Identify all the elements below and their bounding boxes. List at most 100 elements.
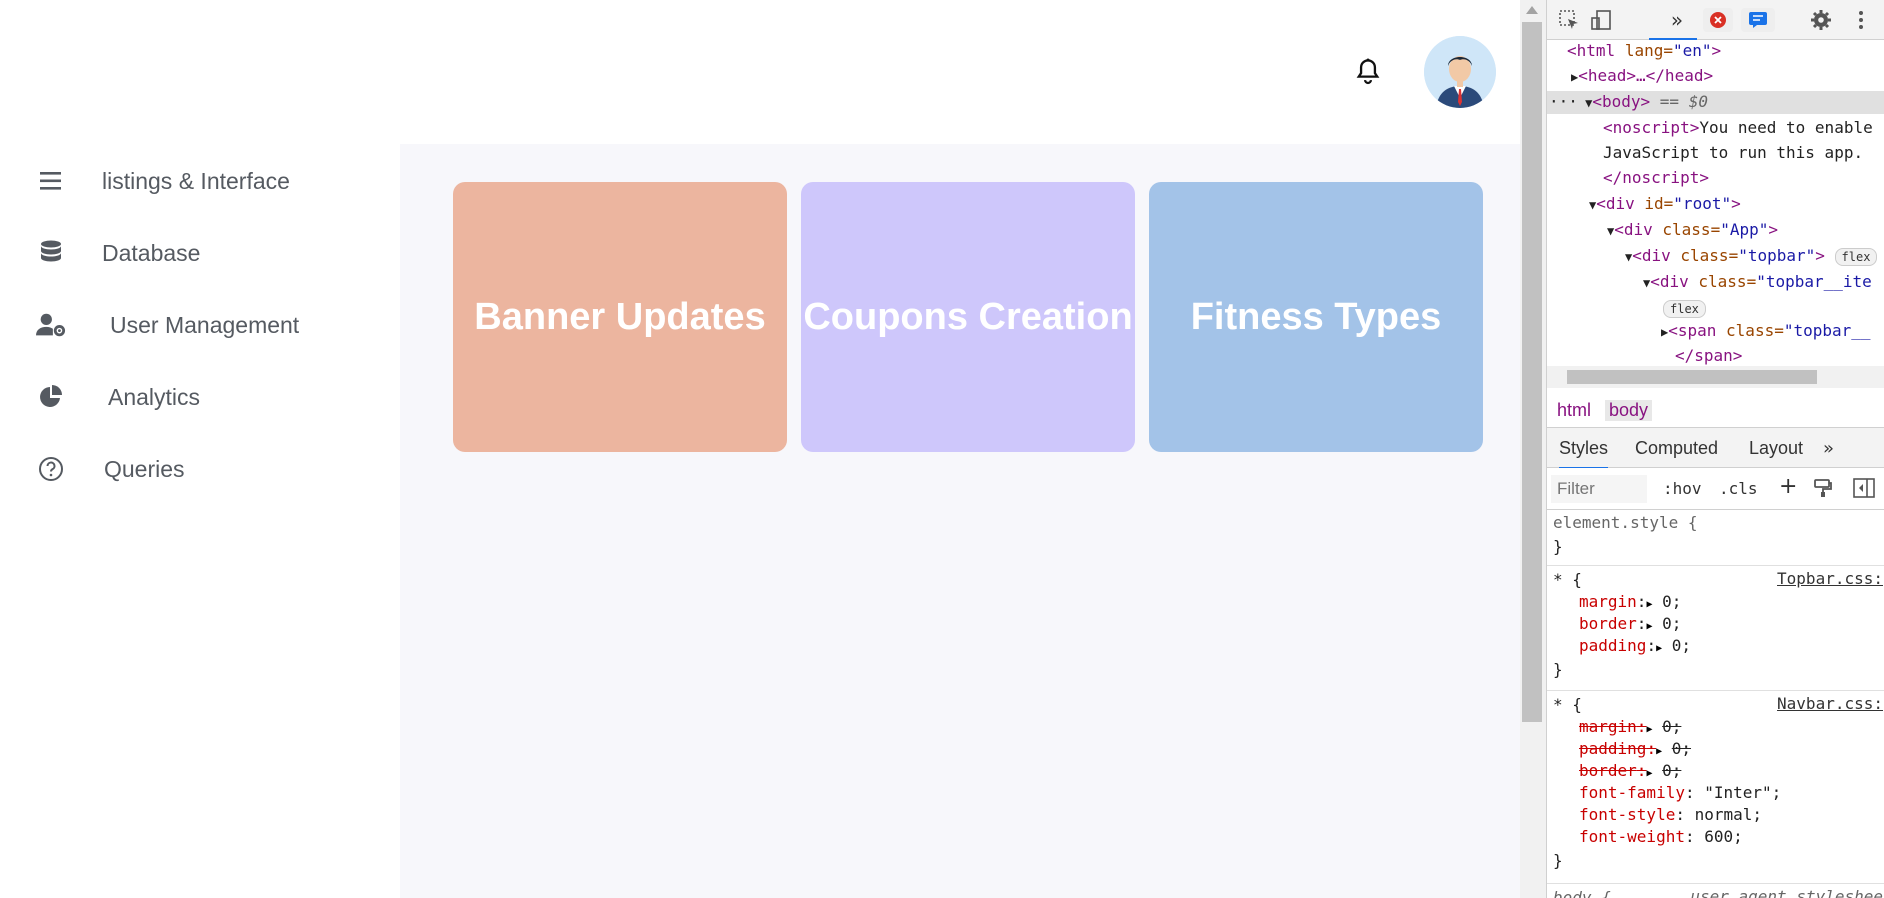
dom-attr: class= xyxy=(1716,321,1784,340)
css-declaration[interactable]: font-style: normal; xyxy=(1579,804,1762,826)
dom-tree[interactable]: <html lang="en"> ▶<head>…</head> ··· ▼<b… xyxy=(1547,40,1884,366)
rule-body-ua: body { user agent styleshee xyxy=(1547,885,1884,898)
issues-icon[interactable] xyxy=(1741,8,1775,32)
tab-computed[interactable]: Computed xyxy=(1635,438,1718,459)
css-declaration[interactable]: font-weight: 600; xyxy=(1579,826,1743,848)
rule-element-style: element.style { } xyxy=(1547,510,1884,566)
tab-styles[interactable]: Styles xyxy=(1559,438,1609,469)
css-prop: margin xyxy=(1579,717,1637,736)
dom-dots[interactable]: ··· xyxy=(1549,92,1578,111)
css-value[interactable]: "Inter"; xyxy=(1704,783,1781,802)
rule-close: } xyxy=(1553,660,1563,679)
dom-tag: <div xyxy=(1650,272,1689,291)
css-prop: margin xyxy=(1579,592,1637,611)
scroll-up-icon[interactable] xyxy=(1526,6,1538,14)
dom-line[interactable]: </span> xyxy=(1675,345,1742,366)
rule-topbar-css: * { Topbar.css: margin:▶ 0; border:▶ 0; … xyxy=(1547,567,1884,691)
error-count-icon[interactable] xyxy=(1703,8,1733,32)
css-value[interactable]: normal; xyxy=(1695,805,1762,824)
breadcrumb-body[interactable]: body xyxy=(1605,400,1653,421)
rule-source: user agent styleshee xyxy=(1690,887,1883,898)
css-value[interactable]: 0; xyxy=(1672,739,1691,758)
cls-toggle[interactable]: .cls xyxy=(1719,479,1758,498)
dom-tag: <noscript> xyxy=(1603,118,1700,137)
breadcrumb-html[interactable]: html xyxy=(1553,400,1595,421)
dom-tag: <html xyxy=(1567,41,1616,60)
css-prop: font-weight xyxy=(1579,827,1685,846)
dom-tag: <div xyxy=(1614,220,1653,239)
kebab-menu-icon[interactable] xyxy=(1849,8,1873,32)
rule-source-link[interactable]: Topbar.css: xyxy=(1777,569,1883,588)
dom-text: You need to enable xyxy=(1699,118,1873,137)
bell-icon[interactable] xyxy=(1354,57,1382,87)
dom-val: "root" xyxy=(1673,194,1732,213)
dom-line[interactable]: ▼<div id="root"> xyxy=(1589,193,1741,216)
new-rule-button[interactable]: + xyxy=(1779,474,1797,499)
card-coupons-creation[interactable]: Coupons Creation xyxy=(801,182,1135,452)
css-value[interactable]: 0; xyxy=(1662,614,1681,633)
sidebar-item-label: Queries xyxy=(104,455,185,482)
sidebar-item-listings[interactable]: listings & Interface xyxy=(36,161,290,201)
rule-selector: * { xyxy=(1553,695,1582,714)
more-tabs-icon[interactable]: » xyxy=(1823,438,1834,459)
settings-gear-icon[interactable] xyxy=(1809,8,1833,32)
rule-selector: body { xyxy=(1553,888,1611,898)
dom-line[interactable]: ▼<div class="topbar"> flex xyxy=(1625,245,1878,268)
devtools-panel: » <html lang="en"> ▶<head>…</head> ··· ▼… xyxy=(1546,0,1884,898)
dom-tag: <body> xyxy=(1592,92,1651,111)
css-value[interactable]: 0; xyxy=(1662,592,1681,611)
dom-line-selected[interactable]: ··· ▼<body> == $0 xyxy=(1547,91,1884,114)
flex-badge[interactable]: flex xyxy=(1834,248,1878,266)
dom-line[interactable]: <noscript>You need to enable xyxy=(1603,117,1873,139)
sidebar-item-analytics[interactable]: Analytics xyxy=(36,377,200,417)
topbar xyxy=(0,0,1520,144)
more-panels-icon[interactable]: » xyxy=(1665,8,1689,32)
css-value[interactable]: 0; xyxy=(1662,761,1681,780)
dom-line[interactable]: <html lang="en"> xyxy=(1567,40,1721,62)
avatar-icon[interactable] xyxy=(1424,36,1496,108)
inspect-element-icon[interactable] xyxy=(1557,8,1581,32)
rule-source-link[interactable]: Navbar.css: xyxy=(1777,694,1883,713)
dom-horizontal-scrollbar[interactable] xyxy=(1547,366,1884,388)
sidebar-item-queries[interactable]: Queries xyxy=(36,449,185,489)
scroll-thumb[interactable] xyxy=(1522,22,1542,722)
rule-navbar-css: * { Navbar.css: margin:▶ 0; padding:▶ 0;… xyxy=(1547,692,1884,884)
sidebar-item-user-management[interactable]: User Management xyxy=(36,305,299,345)
sidebar-item-database[interactable]: Database xyxy=(36,233,200,273)
collapse-arrow-icon[interactable]: ▼ xyxy=(1578,96,1592,110)
device-toolbar-icon[interactable] xyxy=(1589,8,1613,32)
css-value[interactable]: 0; xyxy=(1672,636,1691,655)
filter-input[interactable] xyxy=(1551,475,1647,503)
css-declaration[interactable]: font-family: "Inter"; xyxy=(1579,782,1781,804)
css-value[interactable]: 600; xyxy=(1704,827,1743,846)
breadcrumb: html body xyxy=(1547,392,1884,428)
card-banner-updates[interactable]: Banner Updates xyxy=(453,182,787,452)
tab-layout[interactable]: Layout xyxy=(1749,438,1803,459)
dom-line[interactable]: flex xyxy=(1663,297,1706,319)
dom-attr: id= xyxy=(1634,194,1674,213)
dom-val: "en" xyxy=(1672,41,1712,60)
hov-toggle[interactable]: :hov xyxy=(1663,479,1702,498)
rule-selector: element.style { xyxy=(1553,513,1698,532)
question-circle-icon xyxy=(36,454,66,484)
scroll-thumb[interactable] xyxy=(1567,370,1817,384)
css-declaration[interactable]: padding:▶ 0; xyxy=(1579,635,1691,660)
card-fitness-types[interactable]: Fitness Types xyxy=(1149,182,1483,452)
sidebar-item-label: Analytics xyxy=(108,383,201,410)
dom-line[interactable]: ▶<head>…</head> xyxy=(1571,65,1713,88)
dom-line[interactable]: ▶<span class="topbar__ xyxy=(1661,320,1871,343)
flex-badge[interactable]: flex xyxy=(1663,300,1706,318)
app-window: listings & Interface Database User Manag… xyxy=(0,0,1520,898)
dom-tag: </span> xyxy=(1675,346,1743,365)
dom-tag: <div xyxy=(1632,246,1671,265)
sidebar-item-label: User Management xyxy=(110,311,300,338)
css-value[interactable]: 0; xyxy=(1662,717,1681,736)
dom-line[interactable]: </noscript> xyxy=(1603,167,1709,189)
page-scrollbar[interactable] xyxy=(1520,0,1546,898)
toggle-sidebar-icon[interactable] xyxy=(1853,478,1875,502)
dom-line[interactable]: ▼<div class="topbar__ite xyxy=(1643,271,1872,294)
dom-line[interactable]: ▼<div class="App"> xyxy=(1607,219,1778,242)
dom-line[interactable]: JavaScript to run this app. xyxy=(1603,142,1863,164)
sidebar-item-label: Database xyxy=(102,239,201,266)
paint-icon[interactable] xyxy=(1813,478,1833,502)
